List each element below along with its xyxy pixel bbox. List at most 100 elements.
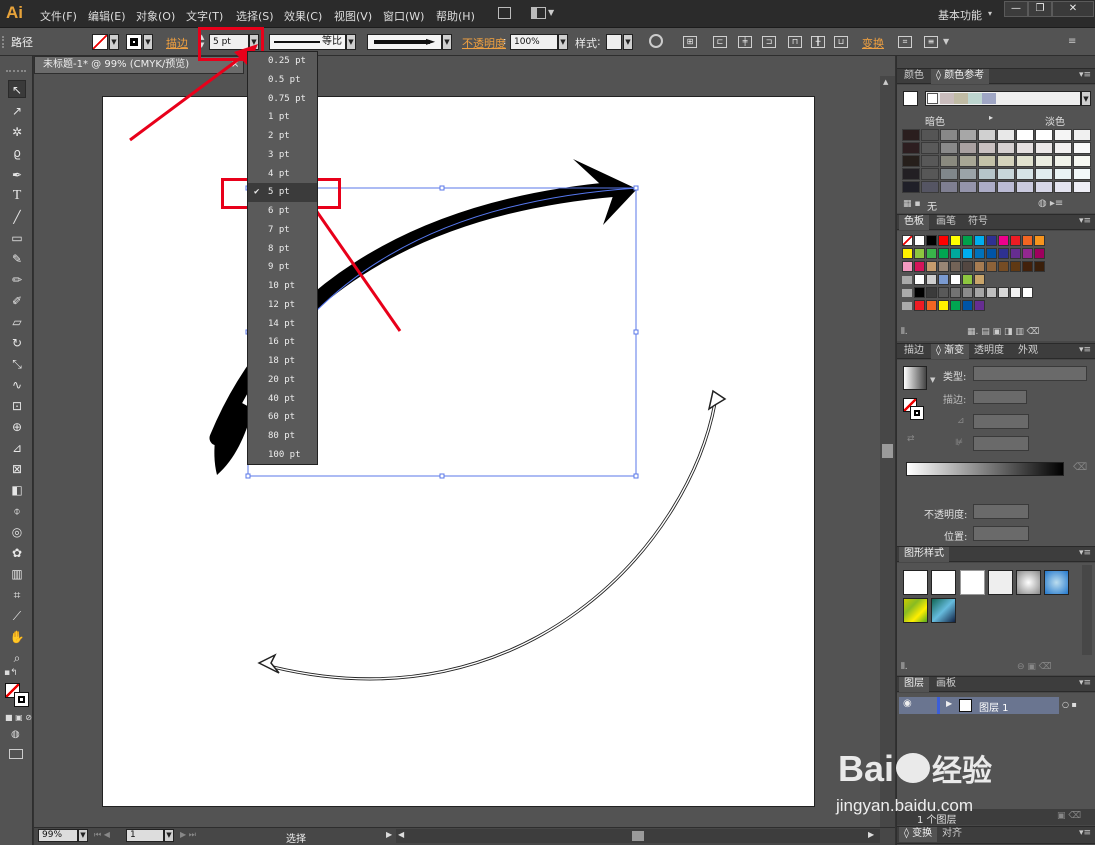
swatch-cell[interactable] <box>926 261 937 272</box>
graphic-style-white[interactable] <box>960 570 985 595</box>
swatch-cell[interactable] <box>962 235 973 246</box>
color-variation-cell[interactable] <box>1054 129 1072 141</box>
color-variation-cell[interactable] <box>1016 155 1034 167</box>
color-variation-cell[interactable] <box>959 142 977 154</box>
stroke-option[interactable]: 20 pt <box>248 371 317 390</box>
graphic-style-blue[interactable] <box>1044 570 1069 595</box>
swatch-cell[interactable] <box>1022 235 1033 246</box>
color-variation-cell[interactable] <box>940 142 958 154</box>
swatch-cell[interactable] <box>914 248 925 259</box>
visibility-eye-icon[interactable]: ◉ <box>903 698 912 709</box>
color-variation-cell[interactable] <box>1035 168 1053 180</box>
stroke-option[interactable]: 18 pt <box>248 352 317 371</box>
color-variation-cell[interactable] <box>940 168 958 180</box>
swatch-library-icon[interactable]: ⫴. <box>901 327 908 337</box>
reverse-gradient-icon[interactable]: ⇄ <box>907 434 915 444</box>
swatch-cell[interactable] <box>950 300 961 311</box>
color-variation-cell[interactable] <box>978 155 996 167</box>
tab-color[interactable]: 颜色 <box>899 69 929 84</box>
color-variation-cell[interactable] <box>1073 129 1091 141</box>
stroke-option[interactable]: 100 pt <box>248 446 317 465</box>
swatch-cell[interactable] <box>902 261 913 272</box>
tab-transform[interactable]: ◊ 变换 <box>899 827 938 842</box>
gradient-type-select[interactable] <box>973 366 1087 381</box>
color-variation-cell[interactable] <box>1035 181 1053 193</box>
stroke-option[interactable]: 4 pt <box>248 165 317 184</box>
swatch-cell[interactable] <box>986 235 997 246</box>
color-variation-grid[interactable] <box>902 129 1091 195</box>
color-variation-cell[interactable] <box>921 168 939 180</box>
gradient-preview-swatch[interactable] <box>903 366 927 390</box>
expand-triangle-icon[interactable]: ▶ <box>946 699 952 708</box>
swatch-cell[interactable] <box>1034 235 1045 246</box>
tab-appearance[interactable]: 外观 <box>1013 344 1043 359</box>
swatch-cell[interactable] <box>998 261 1009 272</box>
stroke-option[interactable]: 80 pt <box>248 427 317 446</box>
swatch-cell[interactable] <box>938 261 949 272</box>
stroke-option-selected[interactable]: ✔ 5 pt <box>248 183 317 202</box>
swatch-cell[interactable] <box>1034 248 1045 259</box>
swatch-grid[interactable] <box>902 235 1082 313</box>
panel-menu-icon[interactable]: ▾≡ <box>1079 216 1091 226</box>
horizontal-scroll-thumb[interactable] <box>632 831 644 841</box>
swatch-cell[interactable] <box>1010 287 1021 298</box>
color-variation-cell[interactable] <box>978 181 996 193</box>
scroll-right-icon[interactable]: ▶ <box>868 830 874 839</box>
layers-footer-icons[interactable]: ▣ ⌫ <box>1057 811 1081 821</box>
tab-graphic-styles[interactable]: 图形样式 <box>899 547 949 562</box>
swatch-cell[interactable] <box>926 274 937 285</box>
edit-colors-icon[interactable]: ▦ ▪ <box>903 199 920 209</box>
stroke-option[interactable]: 1 pt <box>248 108 317 127</box>
swatch-cell[interactable] <box>962 248 973 259</box>
color-variation-cell[interactable] <box>940 129 958 141</box>
color-variation-cell[interactable] <box>921 142 939 154</box>
harmony-rule-bar[interactable] <box>925 91 1081 106</box>
swatch-cell[interactable] <box>974 235 985 246</box>
stroke-option[interactable]: 0.75 pt <box>248 90 317 109</box>
swatch-cell[interactable] <box>1034 261 1045 272</box>
swatch-cell[interactable] <box>926 248 937 259</box>
stroke-option[interactable]: 14 pt <box>248 315 317 334</box>
first-page-icons[interactable]: ⏮ ◀ <box>94 830 110 840</box>
swatch-cell[interactable] <box>998 287 1009 298</box>
color-variation-cell[interactable] <box>940 155 958 167</box>
color-variation-cell[interactable] <box>1073 142 1091 154</box>
color-guide-footer-icons[interactable]: ◍ ▸≡ <box>1038 198 1063 209</box>
color-variation-cell[interactable] <box>1016 181 1034 193</box>
swatch-cell[interactable] <box>950 274 961 285</box>
stroke-option[interactable]: 0.5 pt <box>248 71 317 90</box>
color-variation-cell[interactable] <box>1054 181 1072 193</box>
swatch-cell[interactable] <box>938 287 949 298</box>
swatch-cell[interactable] <box>1010 248 1021 259</box>
stroke-option[interactable]: 16 pt <box>248 333 317 352</box>
swatch-cell[interactable] <box>938 248 949 259</box>
swatch-cell[interactable] <box>914 261 925 272</box>
color-variation-cell[interactable] <box>997 155 1015 167</box>
stroke-option[interactable]: 40 pt <box>248 390 317 409</box>
swatch-cell[interactable] <box>902 235 913 246</box>
panel-menu-icon[interactable]: ▾≡ <box>1079 70 1091 80</box>
swatch-cell[interactable] <box>914 274 925 285</box>
graphic-style-gradient-grey[interactable] <box>1016 570 1041 595</box>
swatch-cell[interactable] <box>1010 235 1021 246</box>
swatch-cell[interactable] <box>938 235 949 246</box>
swatch-cell[interactable] <box>974 261 985 272</box>
layer-name[interactable]: 图层 1 <box>979 699 1009 714</box>
stroke-option[interactable]: 6 pt <box>248 202 317 221</box>
gradient-location-input[interactable] <box>973 526 1029 541</box>
scroll-left-icon[interactable]: ◀ <box>398 830 404 839</box>
color-variation-cell[interactable] <box>1016 129 1034 141</box>
gradient-preset-dropdown-icon[interactable]: ▼ <box>930 376 935 384</box>
color-variation-cell[interactable] <box>902 181 920 193</box>
gradient-stroke-options[interactable] <box>973 390 1027 404</box>
tab-brushes[interactable]: 画笔 <box>931 215 961 230</box>
color-variation-cell[interactable] <box>997 129 1015 141</box>
color-variation-cell[interactable] <box>959 181 977 193</box>
color-variation-cell[interactable] <box>902 142 920 154</box>
swatch-cell[interactable] <box>902 248 913 259</box>
panel-menu-icon[interactable]: ▾≡ <box>1079 345 1091 355</box>
stroke-option[interactable]: 7 pt <box>248 221 317 240</box>
color-variation-cell[interactable] <box>997 168 1015 180</box>
color-variation-cell[interactable] <box>978 168 996 180</box>
zoom-level-input[interactable]: 99% <box>38 829 78 842</box>
